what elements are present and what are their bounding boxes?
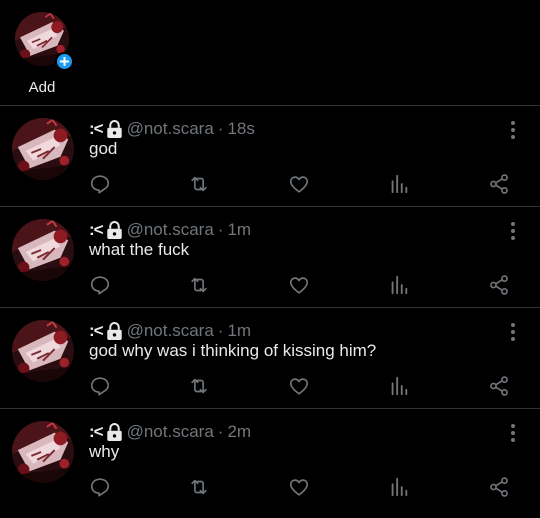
display-name[interactable]: :< <box>89 220 104 240</box>
views-icon[interactable] <box>387 273 411 297</box>
reply-icon[interactable] <box>88 374 112 398</box>
tweet-header: :< @not.scara · 1m <box>89 320 251 342</box>
timestamp[interactable]: 1m <box>227 220 251 240</box>
heart-icon[interactable] <box>287 475 311 499</box>
lock-icon <box>106 322 123 341</box>
tweet-actions <box>0 475 540 501</box>
timestamp[interactable]: 1m <box>227 321 251 341</box>
retweet-icon[interactable] <box>187 273 211 297</box>
tweet-item[interactable]: :< @not.scara · 1m what the fuck <box>0 207 540 307</box>
separator: · <box>217 119 224 138</box>
timestamp[interactable]: 18s <box>227 119 254 139</box>
reply-icon[interactable] <box>88 475 112 499</box>
tweet-actions <box>0 172 540 198</box>
tweet-item[interactable]: :< @not.scara · 2m why <box>0 409 540 509</box>
plus-icon[interactable] <box>55 52 74 71</box>
tweet-header: :< @not.scara · 2m <box>89 421 251 443</box>
tweet-text: god why was i thinking of kissing him? <box>89 341 377 360</box>
more-vertical-icon[interactable] <box>504 120 522 140</box>
display-name[interactable]: :< <box>89 321 104 341</box>
display-name[interactable]: :< <box>89 422 104 442</box>
heart-icon[interactable] <box>287 172 311 196</box>
lock-icon <box>106 120 123 139</box>
avatar[interactable] <box>12 219 74 281</box>
heart-icon[interactable] <box>287 374 311 398</box>
user-handle[interactable]: @not.scara <box>127 119 214 139</box>
add-fleet-label[interactable]: Add <box>0 79 84 96</box>
avatar[interactable] <box>12 118 74 180</box>
tweet-actions <box>0 374 540 400</box>
lock-icon <box>106 423 123 442</box>
display-name[interactable]: :< <box>89 119 104 139</box>
reply-icon[interactable] <box>88 172 112 196</box>
retweet-icon[interactable] <box>187 172 211 196</box>
separator: · <box>217 422 224 441</box>
views-icon[interactable] <box>387 374 411 398</box>
share-icon[interactable] <box>487 273 511 297</box>
avatar[interactable] <box>12 320 74 382</box>
reply-icon[interactable] <box>88 273 112 297</box>
user-handle[interactable]: @not.scara <box>127 220 214 240</box>
tweet-text: god <box>89 139 118 158</box>
tweet-text: what the fuck <box>89 240 190 259</box>
retweet-icon[interactable] <box>187 475 211 499</box>
user-handle[interactable]: @not.scara <box>127 422 214 442</box>
share-icon[interactable] <box>487 475 511 499</box>
timestamp[interactable]: 2m <box>227 422 251 442</box>
views-icon[interactable] <box>387 475 411 499</box>
separator: · <box>217 321 224 340</box>
tweet-text: why <box>89 442 120 461</box>
more-vertical-icon[interactable] <box>504 221 522 241</box>
tweet-item[interactable]: :< @not.scara · 18s god <box>0 106 540 206</box>
share-icon[interactable] <box>487 374 511 398</box>
more-vertical-icon[interactable] <box>504 423 522 443</box>
share-icon[interactable] <box>487 172 511 196</box>
tweet-header: :< @not.scara · 1m <box>89 219 251 241</box>
fleets-bar: Add <box>0 0 540 105</box>
tweet-item[interactable]: :< @not.scara · 1m god why was i thinkin… <box>0 308 540 408</box>
tweet-header: :< @not.scara · 18s <box>89 118 255 140</box>
tweet-actions <box>0 273 540 299</box>
separator: · <box>217 220 224 239</box>
lock-icon <box>106 221 123 240</box>
heart-icon[interactable] <box>287 273 311 297</box>
views-icon[interactable] <box>387 172 411 196</box>
retweet-icon[interactable] <box>187 374 211 398</box>
avatar[interactable] <box>12 421 74 483</box>
user-handle[interactable]: @not.scara <box>127 321 214 341</box>
more-vertical-icon[interactable] <box>504 322 522 342</box>
